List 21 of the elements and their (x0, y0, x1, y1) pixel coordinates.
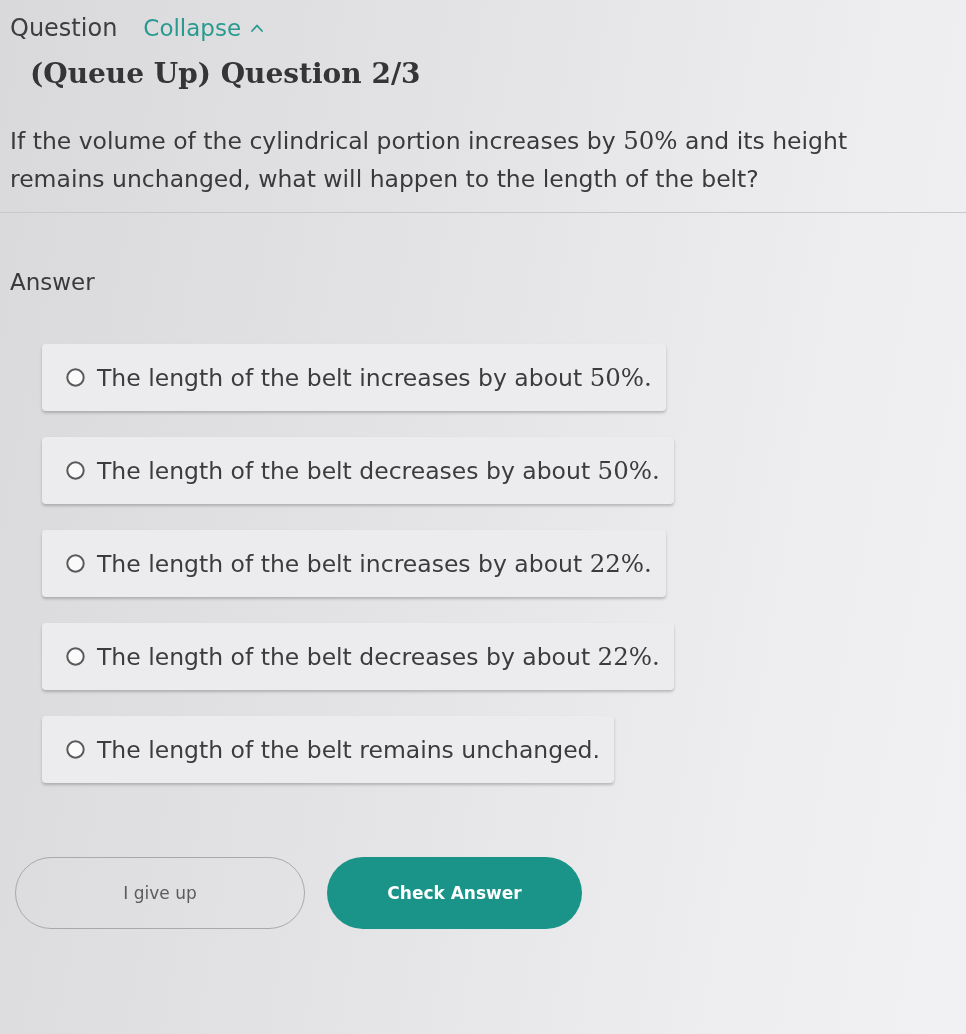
radio-icon[interactable] (66, 554, 85, 573)
option-text: The length of the belt increases by about 50%. (97, 363, 652, 392)
radio-icon[interactable] (66, 368, 85, 387)
option-text: The length of the belt decreases by about 22%. (97, 642, 660, 671)
answer-option[interactable]: The length of the belt decreases by about 22%. (42, 623, 674, 690)
question-text: If the volume of the cylindrical portion increases by 50% and its height remains unchanged, what will happen to the length of the belt? (10, 125, 849, 195)
radio-icon[interactable] (66, 740, 85, 759)
section-title: Question (10, 14, 118, 42)
answer-option[interactable]: The length of the belt increases by about 22%. (42, 530, 666, 597)
option-text: The length of the belt remains unchanged. (97, 735, 600, 764)
option-text: The length of the belt decreases by about 50%. (97, 456, 660, 485)
check-answer-button[interactable]: Check Answer (327, 857, 582, 929)
answer-label: Answer (10, 268, 96, 297)
answer-option[interactable]: The length of the belt remains unchanged. (42, 716, 614, 783)
option-text: The length of the belt increases by about 22%. (97, 549, 652, 578)
question-heading: (Queue Up) Question 2/3 (30, 56, 422, 92)
caret-icon (251, 24, 264, 32)
radio-icon[interactable] (66, 647, 85, 666)
answer-option[interactable]: The length of the belt increases by about 50%. (42, 344, 666, 411)
radio-icon[interactable] (66, 461, 85, 480)
answer-option[interactable]: The length of the belt decreases by about 50%. (42, 437, 674, 504)
